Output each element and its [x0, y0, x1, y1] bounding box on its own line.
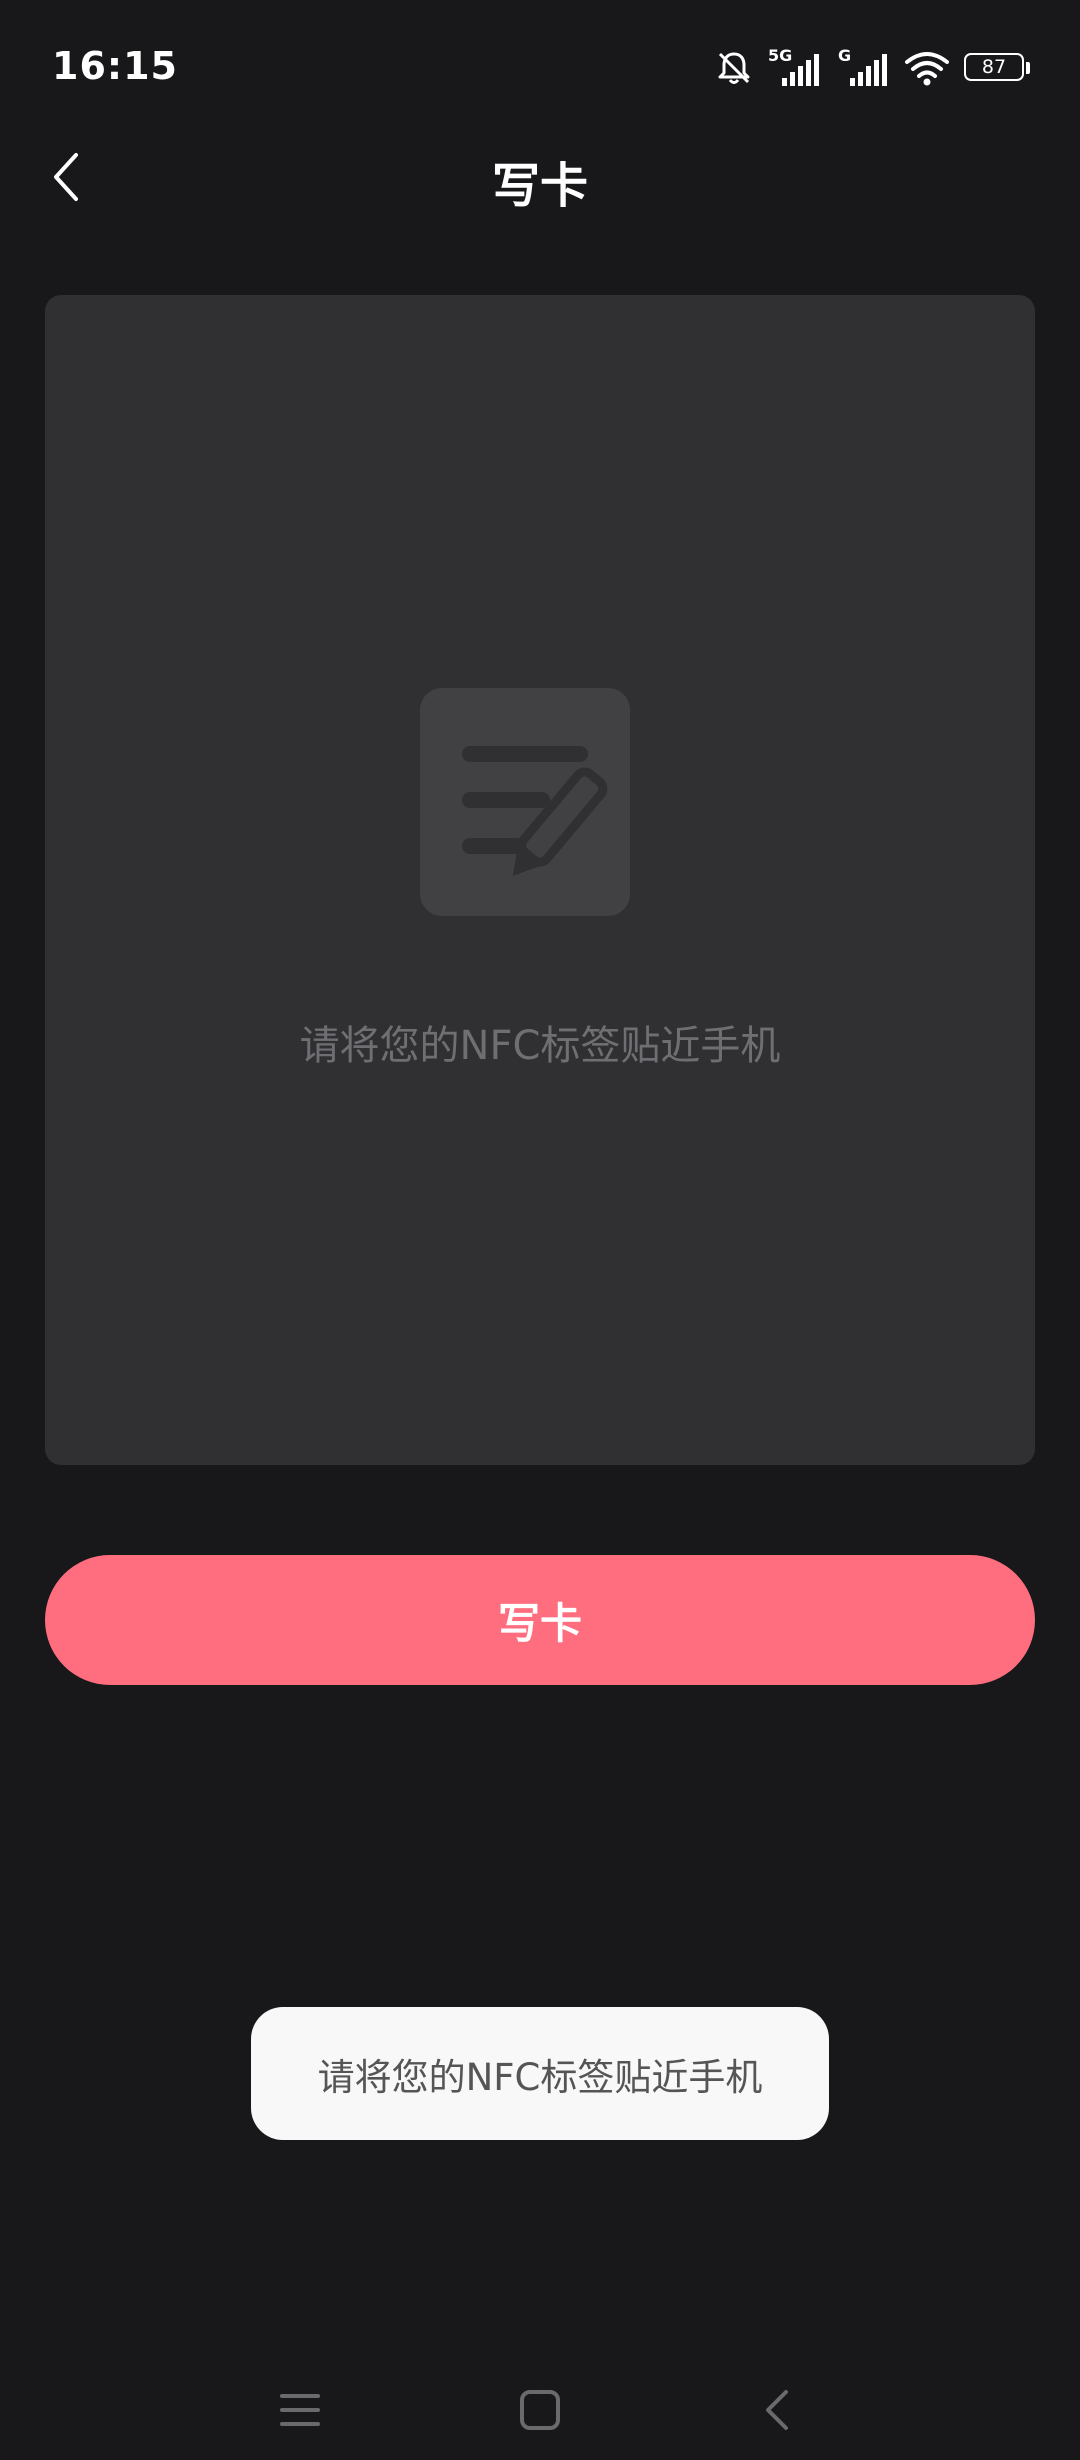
signal-5g-icon: 5G: [768, 46, 824, 88]
nav-bar: [0, 2340, 1080, 2460]
battery-icon: 87: [964, 53, 1030, 83]
toast-message: 请将您的NFC标签贴近手机: [251, 2007, 829, 2140]
wifi-icon: [904, 48, 950, 88]
back-icon: [766, 2390, 788, 2430]
nav-home-button[interactable]: [500, 2370, 580, 2450]
status-bar: 16:15 5G G 87: [0, 0, 1080, 140]
write-card-button[interactable]: 写卡: [45, 1555, 1035, 1685]
battery-level: 87: [981, 56, 1007, 78]
status-time: 16:15: [52, 44, 178, 88]
page-title: 写卡: [491, 158, 588, 214]
nfc-panel: 请将您的NFC标签贴近手机: [45, 295, 1035, 1465]
menu-icon: [280, 2394, 320, 2426]
document-edit-icon: [420, 688, 630, 916]
home-icon: [520, 2390, 560, 2430]
signal-g-icon: G: [838, 46, 890, 88]
panel-hint: 请将您的NFC标签贴近手机: [299, 1023, 781, 1069]
status-icons: 5G G 87: [714, 40, 1030, 96]
bell-off-icon: [714, 48, 754, 88]
nav-menu-button[interactable]: [260, 2370, 340, 2450]
nav-back-button[interactable]: [738, 2370, 818, 2450]
header: 写卡: [0, 130, 1080, 220]
